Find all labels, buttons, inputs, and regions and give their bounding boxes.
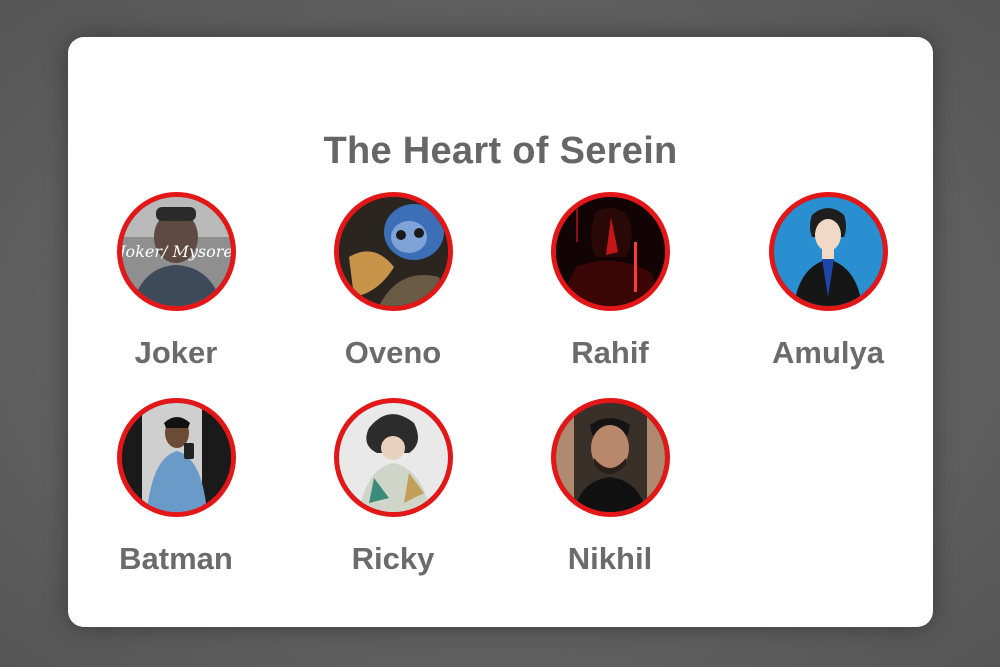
avatar-image xyxy=(122,403,231,512)
member-name: Oveno xyxy=(344,335,442,370)
member-name: Amulya xyxy=(772,335,884,370)
avatar[interactable]: Joker/ Mysore xyxy=(117,192,236,311)
avatar-image xyxy=(339,197,448,306)
avatar[interactable] xyxy=(551,398,670,517)
avatar-image: Joker/ Mysore xyxy=(122,197,231,306)
member-name: Nikhil xyxy=(567,541,653,576)
avatar[interactable] xyxy=(551,192,670,311)
avatar[interactable] xyxy=(334,398,453,517)
avatar[interactable] xyxy=(334,192,453,311)
member-name: Joker xyxy=(134,335,218,370)
member-name: Rahif xyxy=(571,335,649,370)
avatar[interactable] xyxy=(117,398,236,517)
group-dialog: The Heart of Serein xyxy=(68,37,933,627)
avatar-image xyxy=(556,403,665,512)
member-name: Batman xyxy=(119,541,233,576)
avatar-image xyxy=(774,197,883,306)
member-name: Ricky xyxy=(351,541,435,576)
avatar[interactable] xyxy=(769,192,888,311)
dialog-title: The Heart of Serein xyxy=(323,130,678,172)
avatar-image xyxy=(556,197,665,306)
avatar-overlay-text: Joker/ Mysore xyxy=(122,242,231,261)
avatar-image xyxy=(339,403,448,512)
